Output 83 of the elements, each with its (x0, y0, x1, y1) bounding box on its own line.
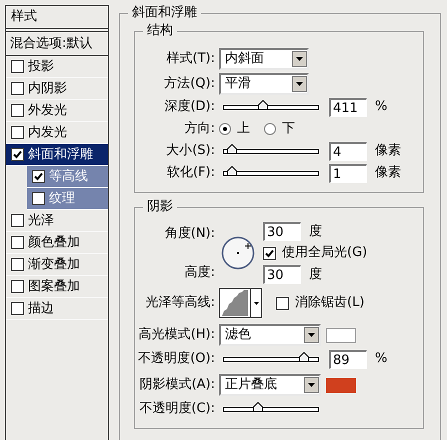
checkbox[interactable] (11, 258, 24, 271)
number-field[interactable]: 30 (263, 264, 301, 284)
style-list-item[interactable]: 混合选项:默认 (6, 32, 108, 56)
field-label: 样式(T): (166, 50, 216, 68)
unit-label: 度 (309, 266, 322, 284)
slider-thumb[interactable] (226, 166, 237, 176)
style-list-item[interactable]: 渐变叠加 (6, 254, 108, 276)
field-label: 光泽等高线: (144, 294, 216, 312)
style-list-item[interactable]: 内阴影 (6, 78, 108, 100)
checkbox[interactable] (11, 104, 24, 117)
unit-label: % (375, 350, 388, 368)
dropdown[interactable]: 滤色 (219, 324, 321, 346)
checkbox[interactable] (11, 126, 24, 139)
style-list-item[interactable]: 图案叠加 (6, 276, 108, 298)
style-list-item[interactable]: 斜面和浮雕 (6, 144, 108, 166)
dropdown[interactable]: 内斜面 (219, 48, 309, 70)
field-label: 不透明度(O): (137, 350, 216, 368)
checkbox[interactable] (32, 192, 45, 205)
radio-label: 上 (237, 120, 250, 138)
caret-icon (254, 302, 258, 304)
field-label: 方法(Q): (163, 74, 216, 93)
field-label: 方向: (184, 120, 216, 138)
list-header: 样式 (6, 6, 108, 32)
slider-thumb[interactable] (258, 100, 268, 110)
style-list-item[interactable]: 投影 (6, 56, 108, 78)
field-label: 大小(S): (165, 142, 216, 160)
checkbox[interactable] (11, 280, 24, 293)
checkbox[interactable] (276, 296, 289, 310)
field-label: 阴影模式(A): (138, 376, 216, 394)
check-icon (13, 150, 22, 159)
color-swatch[interactable] (326, 378, 356, 392)
slider-thumb[interactable] (226, 144, 237, 154)
checkbox-label: 消除锯齿(L) (295, 294, 364, 312)
field-label: 高光模式(H): (138, 326, 216, 344)
style-list-item[interactable]: 等高线 (27, 166, 108, 188)
style-list-item[interactable]: 颜色叠加 (6, 232, 108, 254)
contour-curve-icon (220, 289, 250, 317)
dropdown[interactable]: 平滑 (219, 72, 309, 94)
group-title: 阴影 (143, 199, 177, 215)
slider-thumb[interactable] (253, 402, 264, 412)
number-field[interactable]: 30 (263, 222, 301, 242)
checkbox[interactable] (11, 302, 24, 315)
caret-icon (292, 76, 307, 92)
checkbox[interactable] (32, 170, 45, 183)
unit-label: % (375, 98, 388, 116)
unit-label: 像素 (375, 142, 401, 160)
style-list-item[interactable]: 光泽 (6, 210, 108, 232)
caret-icon (304, 327, 319, 343)
style-list-item[interactable]: 纹理 (27, 188, 108, 210)
number-field[interactable]: 411 (329, 98, 367, 116)
group-title: 结构 (143, 23, 177, 39)
radio-button[interactable] (264, 123, 276, 135)
field-label: 软化(F): (166, 164, 216, 182)
field-label: 高度: (184, 264, 216, 282)
number-field[interactable]: 89 (329, 350, 367, 368)
caret-icon (304, 377, 319, 393)
checkbox[interactable] (11, 236, 24, 249)
dropdown[interactable]: 正片叠底 (219, 374, 321, 396)
checkbox[interactable] (11, 148, 24, 161)
checkbox-label: 使用全局光(G) (282, 244, 368, 262)
contour-picker[interactable] (219, 288, 262, 318)
caret-icon (292, 50, 307, 66)
style-list-item[interactable]: 外发光 (6, 100, 108, 122)
number-field[interactable]: 4 (329, 142, 367, 160)
unit-label: 度 (309, 223, 322, 241)
style-list-item[interactable]: 描边 (6, 298, 108, 320)
radio-button[interactable] (219, 123, 231, 135)
number-field[interactable]: 1 (329, 164, 367, 182)
checkbox[interactable] (263, 246, 276, 260)
check-icon (265, 248, 274, 258)
check-icon (34, 172, 43, 181)
group-title: 斜面和浮雕 (128, 5, 201, 21)
angle-dial-icon[interactable] (221, 236, 255, 270)
checkbox[interactable] (11, 214, 24, 227)
slider-thumb[interactable] (298, 352, 309, 362)
checkbox[interactable] (11, 82, 24, 95)
unit-label: 像素 (375, 164, 401, 182)
field-label: 角度(N): (164, 225, 216, 243)
radio-label: 下 (282, 120, 295, 138)
field-label: 深度(D): (163, 98, 216, 116)
color-swatch[interactable] (326, 328, 356, 342)
field-label: 不透明度(C): (138, 400, 216, 418)
checkbox[interactable] (11, 60, 24, 73)
